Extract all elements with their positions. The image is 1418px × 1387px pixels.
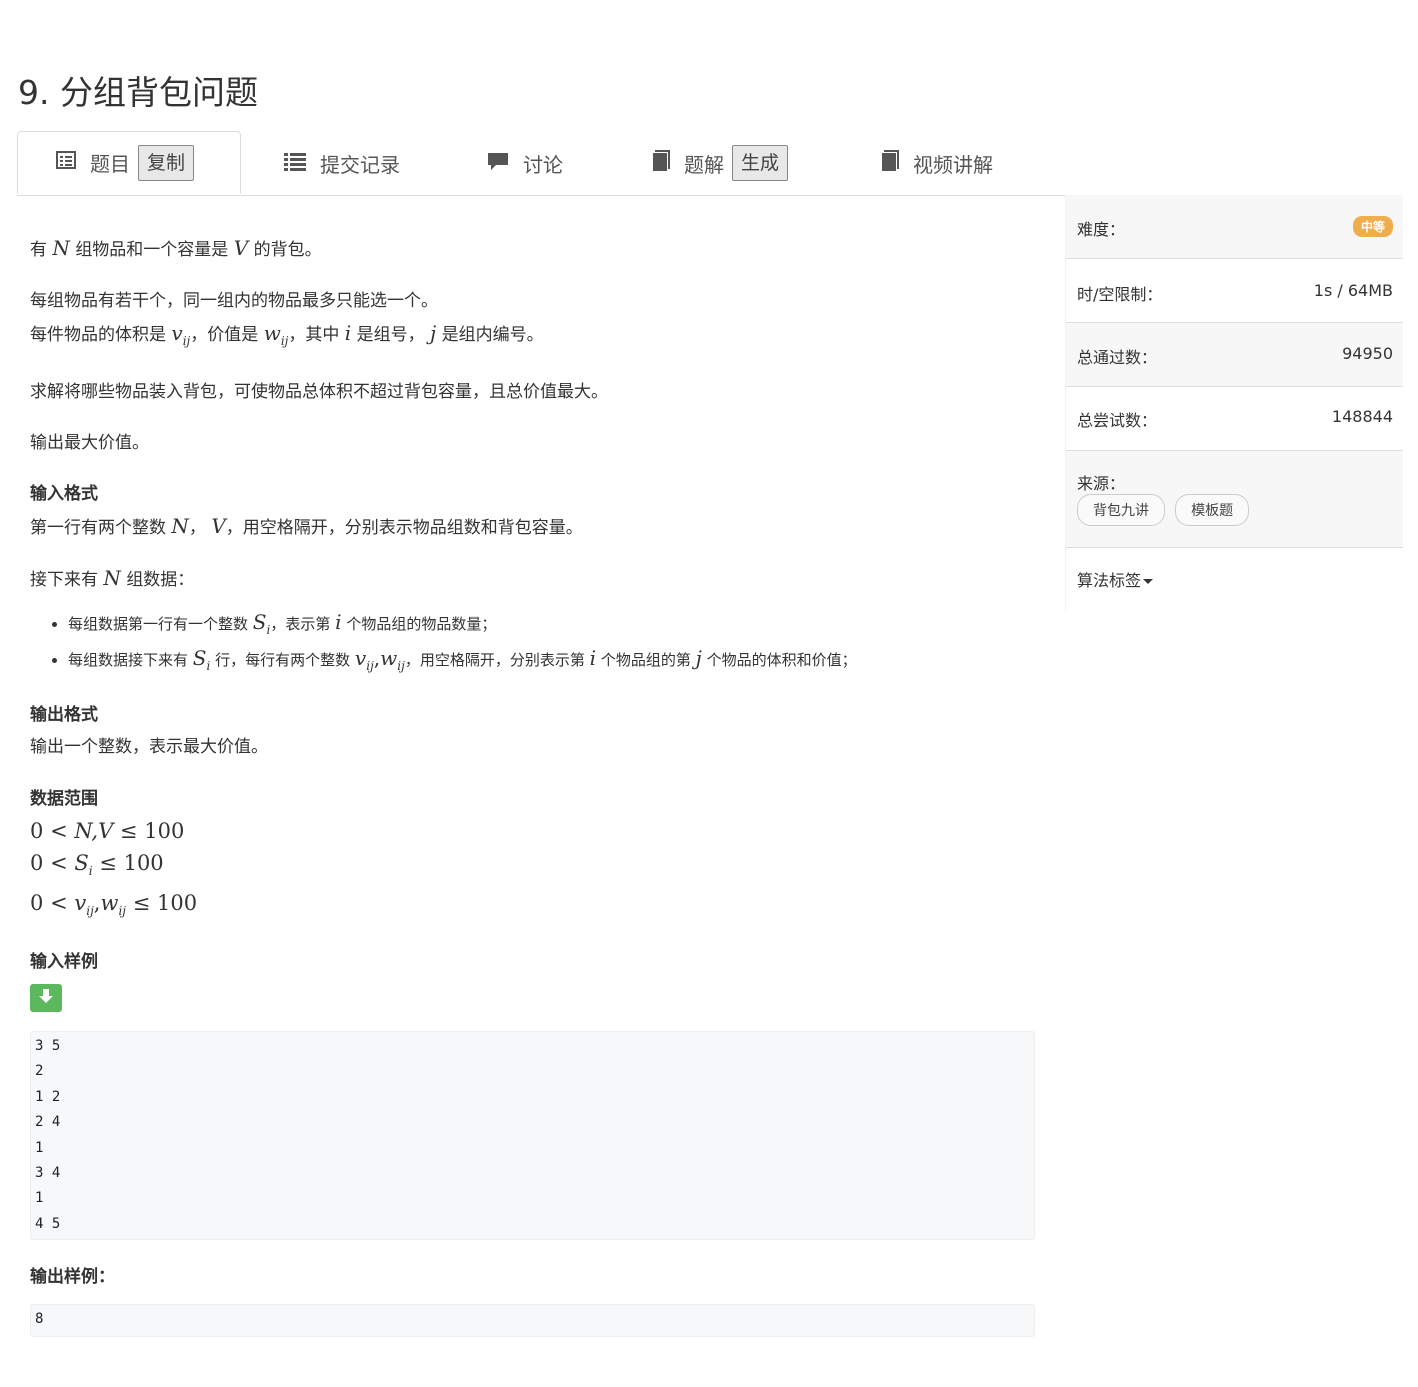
caret-down-icon [1143,579,1154,584]
statement-paragraph: 求解将哪些物品装入背包，可使物品总体积不超过背包容量，且总价值最大。 [30,382,608,402]
code-line: 3 5 [35,1038,61,1054]
tab-solutions-label: 题解 [684,152,724,177]
input-format-line: 接下来有 N 组数据： [30,566,195,590]
list-item: 每组数据第一行有一个整数 Si，表示第 i 个物品组的物品数量； [68,608,1035,644]
source-label: 来源： [1077,474,1126,493]
problem-info-sidebar: 难度： 中等 时/空限制： 时/空限制： 1s / 64MB 总通过数： 949… [1065,195,1403,610]
code-line: 3 4 [35,1165,61,1182]
code-line: 2 4 [35,1114,61,1131]
data-range-formulas: 0 < N,V ≤ 100 0 < Si ≤ 100 0 < vij,wij ≤… [30,815,1035,927]
passed-value: 94950 [1342,344,1393,363]
sample-output-box: 8 [30,1304,1035,1337]
sample-input-heading: 输入样例 [30,952,98,972]
passed-label: 总通过数： [1077,348,1158,367]
statement-paragraph: 输出最大价值。 [30,433,149,453]
download-icon [38,988,54,1009]
download-button[interactable] [30,984,62,1012]
tries-label: 总尝试数： [1077,411,1158,430]
tries-value: 148844 [1331,407,1393,426]
tab-problem-label: 题目 [90,152,130,176]
algorithm-tags-label: 算法标签 [1077,571,1142,590]
range-formula: 0 < N,V ≤ 100 [30,819,185,843]
tab-video[interactable]: 视频讲解 [879,131,993,195]
algorithm-tags-toggle[interactable]: 算法标签 [1077,567,1154,591]
statement-paragraph: 有 N 组物品和一个容量是 V 的背包。 [30,236,322,260]
source-tags: 背包九讲 模板题 [1077,494,1254,526]
limit-value: 1s / 64MB [1313,281,1393,300]
range-formula: 0 < vij,wij ≤ 100 [30,891,198,918]
sample-input-box: 3 5 2 1 2 2 4 1 3 4 1 4 5 [30,1031,1035,1240]
difficulty-row: 难度： 中等 [1066,195,1403,259]
input-format-list: 每组数据第一行有一个整数 Si，表示第 i 个物品组的物品数量； 每组数据接下来… [30,608,1035,680]
limit-label-text: 时/空限制： [1077,285,1163,304]
input-format-line: 第一行有两个整数 N， V，用空格隔开，分别表示物品组数和背包容量。 [30,514,583,538]
tab-bar: 题目 复制 提交记录 讨论 题解 生成 视频讲解 [17,131,1402,196]
list-alt-icon [56,150,76,175]
tab-video-label: 视频讲解 [913,152,993,177]
tab-discussion[interactable]: 讨论 [487,131,563,195]
tab-problem[interactable]: 题目 复制 [17,131,241,194]
book-icon [650,149,670,177]
code-line: 4 5 [35,1215,61,1232]
data-range-heading: 数据范围 [30,789,98,809]
code-line: 1 [35,1190,44,1207]
tab-submissions[interactable]: 提交记录 [284,131,400,195]
output-format-heading: 输出格式 [30,705,98,725]
range-formula: 0 < Si ≤ 100 [30,851,164,878]
tab-submissions-label: 提交记录 [320,152,400,177]
copy-button[interactable]: 复制 [138,144,195,181]
list-item: 每组数据接下来有 Si 行，每行有两个整数 vij,wij，用空格隔开，分别表示… [68,644,1035,680]
tab-discussion-label: 讨论 [523,152,563,177]
code-line: 1 [35,1139,44,1156]
output-format-line: 输出一个整数，表示最大价值。 [30,737,268,757]
code-line: 1 2 [35,1088,61,1105]
difficulty-label: 难度： [1077,220,1126,239]
input-format-heading: 输入格式 [30,484,98,504]
page-title: 9. 分组背包问题 [18,73,258,113]
book-icon [879,149,899,177]
comment-icon [487,151,509,176]
problem-content: 有 N 组物品和一个容量是 V 的背包。 每组物品有若干个，同一组内的物品最多只… [30,232,1035,1337]
source-tag[interactable]: 模板题 [1175,494,1250,526]
tab-solutions[interactable]: 题解 生成 [650,131,789,195]
code-line: 8 [35,1311,44,1327]
code-line: 2 [35,1063,44,1080]
list-icon [284,151,306,176]
difficulty-badge: 中等 [1352,216,1393,237]
sample-output-heading: 输出样例： [30,1267,115,1287]
source-tag[interactable]: 背包九讲 [1077,494,1165,526]
generate-button[interactable]: 生成 [732,145,789,181]
statement-paragraph: 每件物品的体积是 vij，价值是 wij，其中 i 是组号， j 是组内编号。 [30,321,544,348]
statement-paragraph: 每组物品有若干个，同一组内的物品最多只能选一个。 [30,291,438,311]
